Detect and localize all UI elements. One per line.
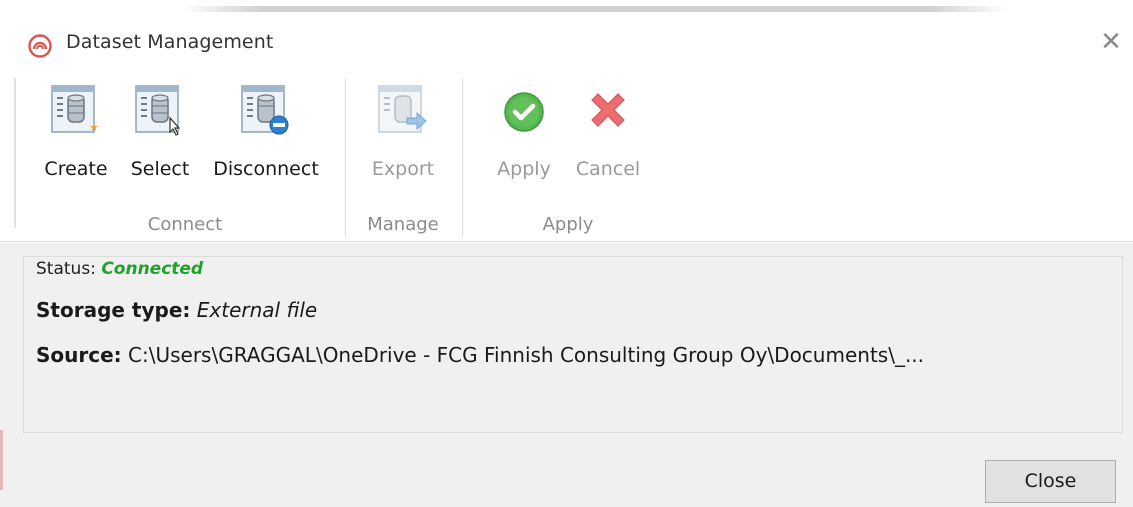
- background-strip: [0, 0, 1133, 14]
- database-select-icon: [135, 85, 181, 136]
- window-close-icon[interactable]: ✕: [1098, 29, 1124, 55]
- group-separator: [462, 78, 463, 238]
- close-button[interactable]: Close: [985, 460, 1116, 503]
- ribbon-left-edge: [14, 78, 16, 228]
- status-label: Status:: [36, 259, 96, 279]
- group-label-connect: Connect: [147, 214, 223, 235]
- red-x-icon: [591, 93, 625, 127]
- status-value: Connected: [101, 259, 204, 279]
- select-button[interactable]: Select: [124, 82, 196, 192]
- title-bar: Dataset Management ✕: [0, 14, 1133, 72]
- disconnect-button[interactable]: Disconnect: [204, 82, 328, 192]
- database-export-icon: [378, 85, 427, 133]
- group-label-manage: Manage: [367, 214, 439, 235]
- storage-type-label: Storage type:: [36, 298, 191, 322]
- export-button[interactable]: Export: [360, 82, 446, 192]
- ribbon-toolbar: Create Select Disconnect Connect Export …: [0, 72, 1133, 242]
- storage-type-value: External file: [196, 298, 318, 322]
- database-create-icon: [51, 85, 98, 133]
- source-line: Source: C:\Users\GRAGGAL\OneDrive - FCG …: [36, 343, 1116, 367]
- select-label: Select: [130, 158, 190, 180]
- window-title: Dataset Management: [66, 31, 274, 53]
- app-logo-icon: [28, 34, 52, 58]
- storage-type-line: Storage type: External file: [36, 298, 317, 322]
- blurred-background: [180, 6, 1010, 12]
- source-value: C:\Users\GRAGGAL\OneDrive - FCG Finnish …: [128, 343, 925, 367]
- create-button[interactable]: Create: [40, 82, 112, 192]
- disconnect-label: Disconnect: [213, 158, 319, 180]
- apply-button[interactable]: Apply: [486, 82, 562, 192]
- green-check-icon: [504, 92, 544, 132]
- source-label: Source:: [36, 343, 122, 367]
- apply-label: Apply: [497, 158, 551, 180]
- export-label: Export: [371, 158, 435, 180]
- status-line: Status: Connected: [36, 259, 203, 279]
- cancel-button[interactable]: Cancel: [566, 82, 650, 192]
- group-label-apply: Apply: [542, 214, 594, 235]
- cancel-label: Cancel: [575, 158, 641, 180]
- create-label: Create: [44, 158, 108, 180]
- group-separator: [345, 78, 346, 238]
- background-edge: [0, 430, 3, 490]
- database-disconnect-icon: [241, 85, 289, 135]
